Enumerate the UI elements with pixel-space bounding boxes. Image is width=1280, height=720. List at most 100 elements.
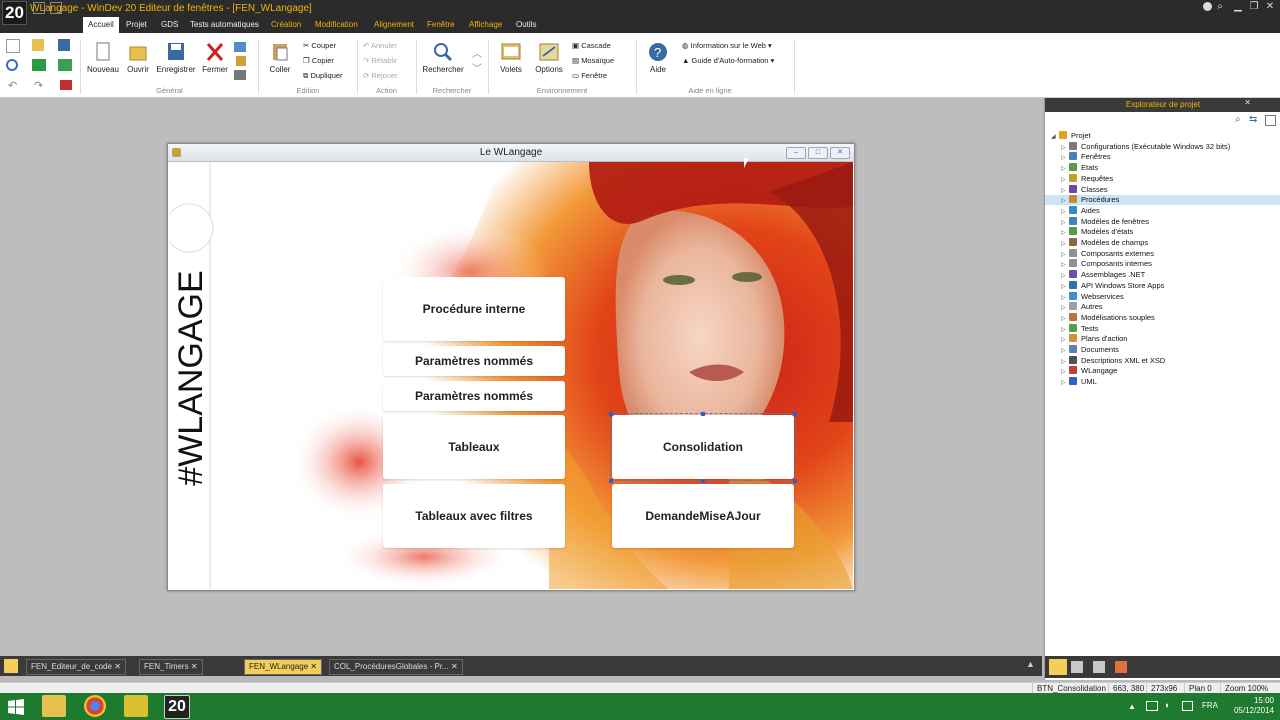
tableaux-button[interactable]: Tableaux xyxy=(383,415,565,479)
doc-tab-col-procedures-globales[interactable]: COL_ProcéduresGlobales - Pr... ✕ xyxy=(329,659,463,675)
expand-arrow-icon[interactable]: ▷ xyxy=(1061,260,1069,270)
tree-item[interactable]: ▷ Descriptions XML et XSD xyxy=(1045,355,1280,366)
close-icon[interactable]: ✕ xyxy=(1262,0,1278,14)
tray-language[interactable]: FRA xyxy=(1202,701,1218,710)
chevron-down-icon[interactable]: ﹀ xyxy=(472,60,482,75)
tree-item[interactable]: ▷ Modèles de champs xyxy=(1045,238,1280,248)
tree-item[interactable]: ▷ Composants internes xyxy=(1045,259,1280,269)
tree-item[interactable]: ▷ Composants externes xyxy=(1045,248,1280,260)
windows-start-icon[interactable] xyxy=(8,699,24,715)
tree-item[interactable]: ▷ Classes xyxy=(1045,184,1280,196)
file-explorer-icon[interactable] xyxy=(42,695,66,717)
expand-arrow-icon[interactable]: ▷ xyxy=(1061,153,1069,163)
chevron-up-icon[interactable]: ︿ xyxy=(472,45,482,60)
doc-tab-fen-editeur-de-code[interactable]: FEN_Editeur_de_code ✕ xyxy=(26,659,126,675)
tree-item[interactable]: ▷ Fenêtres xyxy=(1045,152,1280,162)
cascade-button[interactable]: ▣ Cascade xyxy=(572,41,611,50)
tab-tests-automatiques[interactable]: Tests automatiques xyxy=(185,17,264,33)
expand-arrow-icon[interactable]: ▷ xyxy=(1061,207,1069,217)
tray-up-icon[interactable]: ▲ xyxy=(1128,702,1136,711)
annuler-button[interactable]: ↶ Annuler xyxy=(363,41,397,50)
expand-arrow-icon[interactable]: ▷ xyxy=(1061,186,1069,196)
doc-tab-fen-wlangage[interactable]: FEN_WLangage ✕ xyxy=(244,659,323,675)
tab-gds[interactable]: GDS xyxy=(156,17,183,33)
copier-button[interactable]: ❐ Copier xyxy=(303,56,334,65)
selection-handle[interactable] xyxy=(793,412,797,416)
tree-item[interactable]: ▷ Modèles de fenêtres xyxy=(1045,216,1280,227)
tree-item[interactable]: ▷ Aides xyxy=(1045,205,1280,217)
selection-handle[interactable] xyxy=(701,412,705,416)
explorer-tab-icon[interactable] xyxy=(1093,661,1105,673)
windev-mobile-icon[interactable] xyxy=(124,695,148,717)
expand-arrow-icon[interactable]: ◢ xyxy=(1051,132,1059,142)
tableaux-filtres-button[interactable]: Tableaux avec filtres xyxy=(383,484,565,548)
tree-item[interactable]: ▷ Procédures xyxy=(1045,195,1280,206)
taskbar-clock[interactable]: 15:00 05/12/2014 xyxy=(1234,696,1274,716)
tree-item[interactable]: ▷ WLangage xyxy=(1045,366,1280,376)
close-icon[interactable]: ✕ xyxy=(451,662,458,671)
aide-button[interactable]: ? Aide xyxy=(644,42,672,74)
rejouer-button[interactable]: ⟳ Rejouer xyxy=(363,71,398,80)
expand-arrow-icon[interactable]: ▷ xyxy=(1061,303,1069,313)
tree-item[interactable]: ▷ Etats xyxy=(1045,163,1280,173)
nouveau-button[interactable]: Nouveau xyxy=(86,42,120,74)
properties-icon[interactable] xyxy=(234,42,246,52)
expand-arrow-icon[interactable]: ▷ xyxy=(1061,314,1069,324)
brush-icon[interactable] xyxy=(236,56,246,66)
dupliquer-button[interactable]: ⧉ Dupliquer xyxy=(303,71,343,81)
doc-tab-fen-timers[interactable]: FEN_Timers ✕ xyxy=(139,659,203,675)
search-icon[interactable]: ⌕ xyxy=(1235,114,1241,125)
undo-icon[interactable]: ↶ xyxy=(8,79,17,92)
collapse-all-icon[interactable] xyxy=(1265,115,1276,126)
tree-item[interactable]: ▷ API Windows Store Apps xyxy=(1045,280,1280,291)
tree-item[interactable]: ▷ Webservices xyxy=(1045,291,1280,303)
tree-item[interactable]: ◢ Projet xyxy=(1045,131,1280,141)
expand-arrow-icon[interactable]: ▷ xyxy=(1061,335,1069,345)
explorer-tab-icon[interactable] xyxy=(1071,661,1083,673)
expand-arrow-icon[interactable]: ▷ xyxy=(1061,250,1069,260)
retablir-button[interactable]: ↷ Rétablir xyxy=(363,56,397,65)
sync-icon[interactable]: ⇆ xyxy=(1249,114,1257,125)
tab-menu-icon[interactable] xyxy=(4,659,18,673)
options-button[interactable]: Options xyxy=(534,42,564,74)
tab-affichage[interactable]: Affichage xyxy=(464,17,507,33)
maximize-icon[interactable]: □ xyxy=(808,147,828,159)
expand-arrow-icon[interactable]: ▷ xyxy=(1061,325,1069,335)
tree-item[interactable]: ▷ UML xyxy=(1045,377,1280,387)
mosaique-button[interactable]: ▤ Mosaïque xyxy=(572,56,614,65)
expand-arrow-icon[interactable]: ▷ xyxy=(1061,293,1069,303)
tab-projet[interactable]: Projet xyxy=(121,17,152,33)
fenetre-button[interactable]: ▭ Fenêtre xyxy=(572,71,607,80)
pin-icon[interactable]: ✕ xyxy=(1244,98,1251,107)
tab-accueil[interactable]: Accueil xyxy=(83,17,119,33)
refresh-icon[interactable] xyxy=(6,59,18,71)
expand-arrow-icon[interactable]: ▷ xyxy=(1061,164,1069,174)
procedure-interne-button[interactable]: Procédure interne xyxy=(383,277,565,341)
tree-item[interactable]: ▷ Configurations (Exécutable Windows 32 b… xyxy=(1045,141,1280,152)
selection-handle[interactable] xyxy=(793,479,797,483)
tree-item[interactable]: ▷ Modélisations souples xyxy=(1045,312,1280,324)
volets-button[interactable]: Volets xyxy=(496,42,526,74)
tree-item[interactable]: ▷ Plans d'action xyxy=(1045,334,1280,344)
search-icon[interactable]: ⌕ xyxy=(1212,0,1228,14)
tree-item[interactable]: ▷ Tests xyxy=(1045,323,1280,335)
minimize-icon[interactable]: – xyxy=(786,147,806,159)
tab-outils[interactable]: Outils xyxy=(511,17,541,33)
expand-arrow-icon[interactable]: ▷ xyxy=(1061,239,1069,249)
tree-item[interactable]: ▷ Requêtes xyxy=(1045,173,1280,184)
new-file-icon[interactable] xyxy=(6,39,20,53)
redo-icon[interactable]: ↷ xyxy=(34,79,43,92)
test-icon[interactable] xyxy=(58,59,72,71)
expand-arrow-icon[interactable]: ▷ xyxy=(1061,196,1069,206)
tree-item[interactable]: ▷ Documents xyxy=(1045,345,1280,355)
selection-handle[interactable] xyxy=(609,479,613,483)
help-icon[interactable] xyxy=(1203,2,1212,11)
explorer-tab-icon[interactable] xyxy=(1115,661,1127,673)
close-icon[interactable]: ✕ xyxy=(191,662,198,671)
information-web-button[interactable]: ◍ Information sur le Web ▾ xyxy=(682,41,772,50)
ouvrir-button[interactable]: Ouvrir xyxy=(124,42,152,74)
expand-arrow-icon[interactable]: ▷ xyxy=(1061,228,1069,238)
parametres-nommes-button-2[interactable]: Paramètres nommés xyxy=(383,381,565,411)
tree-item[interactable]: ▷ Modèles d'états xyxy=(1045,227,1280,237)
explorer-tab-icon[interactable] xyxy=(1049,659,1067,675)
